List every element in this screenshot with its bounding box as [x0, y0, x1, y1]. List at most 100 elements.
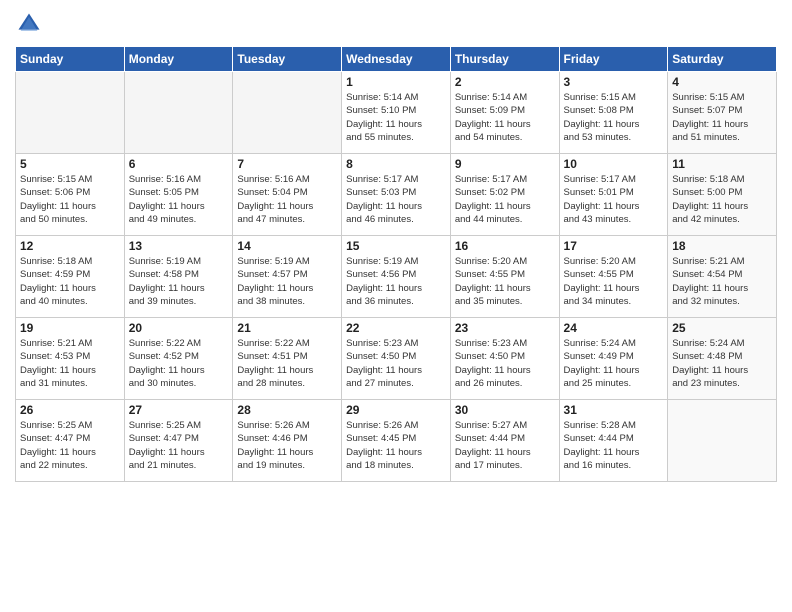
page: SundayMondayTuesdayWednesdayThursdayFrid…	[0, 0, 792, 612]
day-cell-7: 7 Sunrise: 5:16 AM Sunset: 5:04 PM Daylig…	[233, 154, 342, 236]
day-info: Sunrise: 5:19 AM Sunset: 4:56 PM Dayligh…	[346, 255, 446, 308]
day-number: 9	[455, 157, 555, 171]
day-number: 25	[672, 321, 772, 335]
day-info: Sunrise: 5:16 AM Sunset: 5:05 PM Dayligh…	[129, 173, 229, 226]
day-number: 28	[237, 403, 337, 417]
day-cell-28: 28Sunrise: 5:26 AM Sunset: 4:46 PM Dayli…	[233, 400, 342, 482]
day-info: Sunrise: 5:22 AM Sunset: 4:52 PM Dayligh…	[129, 337, 229, 390]
day-number: 18	[672, 239, 772, 253]
day-cell-11: 11 Sunrise: 5:18 AM Sunset: 5:00 PM Dayli…	[668, 154, 777, 236]
day-cell-21: 21Sunrise: 5:22 AM Sunset: 4:51 PM Dayli…	[233, 318, 342, 400]
day-number: 12	[20, 239, 120, 253]
day-header-sunday: Sunday	[16, 47, 125, 72]
day-cell-10: 10Sunrise: 5:17 AM Sunset: 5:01 PM Dayli…	[559, 154, 668, 236]
day-header-saturday: Saturday	[668, 47, 777, 72]
day-number: 20	[129, 321, 229, 335]
day-info: Sunrise: 5:20 AM Sunset: 4:55 PM Dayligh…	[564, 255, 664, 308]
logo	[15, 10, 47, 38]
day-number: 24	[564, 321, 664, 335]
day-info: Sunrise: 5:15 AM Sunset: 5:08 PM Dayligh…	[564, 91, 664, 144]
day-cell-2: 2 Sunrise: 5:14 AM Sunset: 5:09 PM Daylig…	[450, 72, 559, 154]
day-cell-18: 18 Sunrise: 5:21 AM Sunset: 4:54 PM Dayli…	[668, 236, 777, 318]
day-cell-3: 3Sunrise: 5:15 AM Sunset: 5:08 PM Daylig…	[559, 72, 668, 154]
day-number: 16	[455, 239, 555, 253]
day-cell-14: 14 Sunrise: 5:19 AM Sunset: 4:57 PM Dayli…	[233, 236, 342, 318]
day-cell-31: 31 Sunrise: 5:28 AM Sunset: 4:44 PM Dayli…	[559, 400, 668, 482]
day-header-thursday: Thursday	[450, 47, 559, 72]
day-cell-22: 22 Sunrise: 5:23 AM Sunset: 4:50 PM Dayli…	[342, 318, 451, 400]
empty-cell	[668, 400, 777, 482]
day-cell-4: 4 Sunrise: 5:15 AM Sunset: 5:07 PM Daylig…	[668, 72, 777, 154]
day-info: Sunrise: 5:23 AM Sunset: 4:50 PM Dayligh…	[455, 337, 555, 390]
day-number: 27	[129, 403, 229, 417]
day-number: 4	[672, 75, 772, 89]
day-number: 14	[237, 239, 337, 253]
day-info: Sunrise: 5:24 AM Sunset: 4:49 PM Dayligh…	[564, 337, 664, 390]
day-info: Sunrise: 5:18 AM Sunset: 5:00 PM Dayligh…	[672, 173, 772, 226]
day-info: Sunrise: 5:24 AM Sunset: 4:48 PM Dayligh…	[672, 337, 772, 390]
day-info: Sunrise: 5:25 AM Sunset: 4:47 PM Dayligh…	[20, 419, 120, 472]
day-info: Sunrise: 5:14 AM Sunset: 5:10 PM Dayligh…	[346, 91, 446, 144]
empty-cell	[16, 72, 125, 154]
day-header-monday: Monday	[124, 47, 233, 72]
day-number: 19	[20, 321, 120, 335]
day-info: Sunrise: 5:15 AM Sunset: 5:06 PM Dayligh…	[20, 173, 120, 226]
day-number: 26	[20, 403, 120, 417]
day-info: Sunrise: 5:16 AM Sunset: 5:04 PM Dayligh…	[237, 173, 337, 226]
week-row-2: 5 Sunrise: 5:15 AM Sunset: 5:06 PM Daylig…	[16, 154, 777, 236]
day-cell-19: 19Sunrise: 5:21 AM Sunset: 4:53 PM Dayli…	[16, 318, 125, 400]
day-info: Sunrise: 5:18 AM Sunset: 4:59 PM Dayligh…	[20, 255, 120, 308]
day-info: Sunrise: 5:28 AM Sunset: 4:44 PM Dayligh…	[564, 419, 664, 472]
week-row-4: 19Sunrise: 5:21 AM Sunset: 4:53 PM Dayli…	[16, 318, 777, 400]
day-cell-6: 6Sunrise: 5:16 AM Sunset: 5:05 PM Daylig…	[124, 154, 233, 236]
day-number: 15	[346, 239, 446, 253]
day-cell-9: 9Sunrise: 5:17 AM Sunset: 5:02 PM Daylig…	[450, 154, 559, 236]
day-info: Sunrise: 5:17 AM Sunset: 5:01 PM Dayligh…	[564, 173, 664, 226]
day-number: 11	[672, 157, 772, 171]
day-number: 30	[455, 403, 555, 417]
calendar: SundayMondayTuesdayWednesdayThursdayFrid…	[15, 46, 777, 482]
day-info: Sunrise: 5:21 AM Sunset: 4:54 PM Dayligh…	[672, 255, 772, 308]
day-info: Sunrise: 5:27 AM Sunset: 4:44 PM Dayligh…	[455, 419, 555, 472]
day-cell-27: 27 Sunrise: 5:25 AM Sunset: 4:47 PM Dayli…	[124, 400, 233, 482]
day-cell-25: 25 Sunrise: 5:24 AM Sunset: 4:48 PM Dayli…	[668, 318, 777, 400]
day-info: Sunrise: 5:26 AM Sunset: 4:45 PM Dayligh…	[346, 419, 446, 472]
day-number: 31	[564, 403, 664, 417]
day-info: Sunrise: 5:25 AM Sunset: 4:47 PM Dayligh…	[129, 419, 229, 472]
day-number: 7	[237, 157, 337, 171]
day-cell-29: 29Sunrise: 5:26 AM Sunset: 4:45 PM Dayli…	[342, 400, 451, 482]
day-cell-5: 5 Sunrise: 5:15 AM Sunset: 5:06 PM Daylig…	[16, 154, 125, 236]
day-info: Sunrise: 5:19 AM Sunset: 4:57 PM Dayligh…	[237, 255, 337, 308]
week-row-1: 1 Sunrise: 5:14 AM Sunset: 5:10 PM Daylig…	[16, 72, 777, 154]
empty-cell	[233, 72, 342, 154]
week-row-5: 26 Sunrise: 5:25 AM Sunset: 4:47 PM Dayli…	[16, 400, 777, 482]
day-cell-17: 17 Sunrise: 5:20 AM Sunset: 4:55 PM Dayli…	[559, 236, 668, 318]
day-info: Sunrise: 5:22 AM Sunset: 4:51 PM Dayligh…	[237, 337, 337, 390]
day-cell-12: 12 Sunrise: 5:18 AM Sunset: 4:59 PM Dayli…	[16, 236, 125, 318]
day-header-friday: Friday	[559, 47, 668, 72]
day-cell-8: 8Sunrise: 5:17 AM Sunset: 5:03 PM Daylig…	[342, 154, 451, 236]
logo-icon	[15, 10, 43, 38]
day-info: Sunrise: 5:14 AM Sunset: 5:09 PM Dayligh…	[455, 91, 555, 144]
day-info: Sunrise: 5:20 AM Sunset: 4:55 PM Dayligh…	[455, 255, 555, 308]
day-header-wednesday: Wednesday	[342, 47, 451, 72]
day-number: 1	[346, 75, 446, 89]
day-number: 5	[20, 157, 120, 171]
day-cell-30: 30 Sunrise: 5:27 AM Sunset: 4:44 PM Dayli…	[450, 400, 559, 482]
day-number: 2	[455, 75, 555, 89]
day-cell-24: 24 Sunrise: 5:24 AM Sunset: 4:49 PM Dayli…	[559, 318, 668, 400]
day-cell-26: 26 Sunrise: 5:25 AM Sunset: 4:47 PM Dayli…	[16, 400, 125, 482]
day-number: 23	[455, 321, 555, 335]
day-number: 8	[346, 157, 446, 171]
days-header-row: SundayMondayTuesdayWednesdayThursdayFrid…	[16, 47, 777, 72]
empty-cell	[124, 72, 233, 154]
day-number: 13	[129, 239, 229, 253]
week-row-3: 12 Sunrise: 5:18 AM Sunset: 4:59 PM Dayli…	[16, 236, 777, 318]
day-cell-23: 23 Sunrise: 5:23 AM Sunset: 4:50 PM Dayli…	[450, 318, 559, 400]
day-info: Sunrise: 5:19 AM Sunset: 4:58 PM Dayligh…	[129, 255, 229, 308]
day-cell-15: 15 Sunrise: 5:19 AM Sunset: 4:56 PM Dayli…	[342, 236, 451, 318]
day-info: Sunrise: 5:15 AM Sunset: 5:07 PM Dayligh…	[672, 91, 772, 144]
day-info: Sunrise: 5:23 AM Sunset: 4:50 PM Dayligh…	[346, 337, 446, 390]
day-number: 22	[346, 321, 446, 335]
day-number: 17	[564, 239, 664, 253]
